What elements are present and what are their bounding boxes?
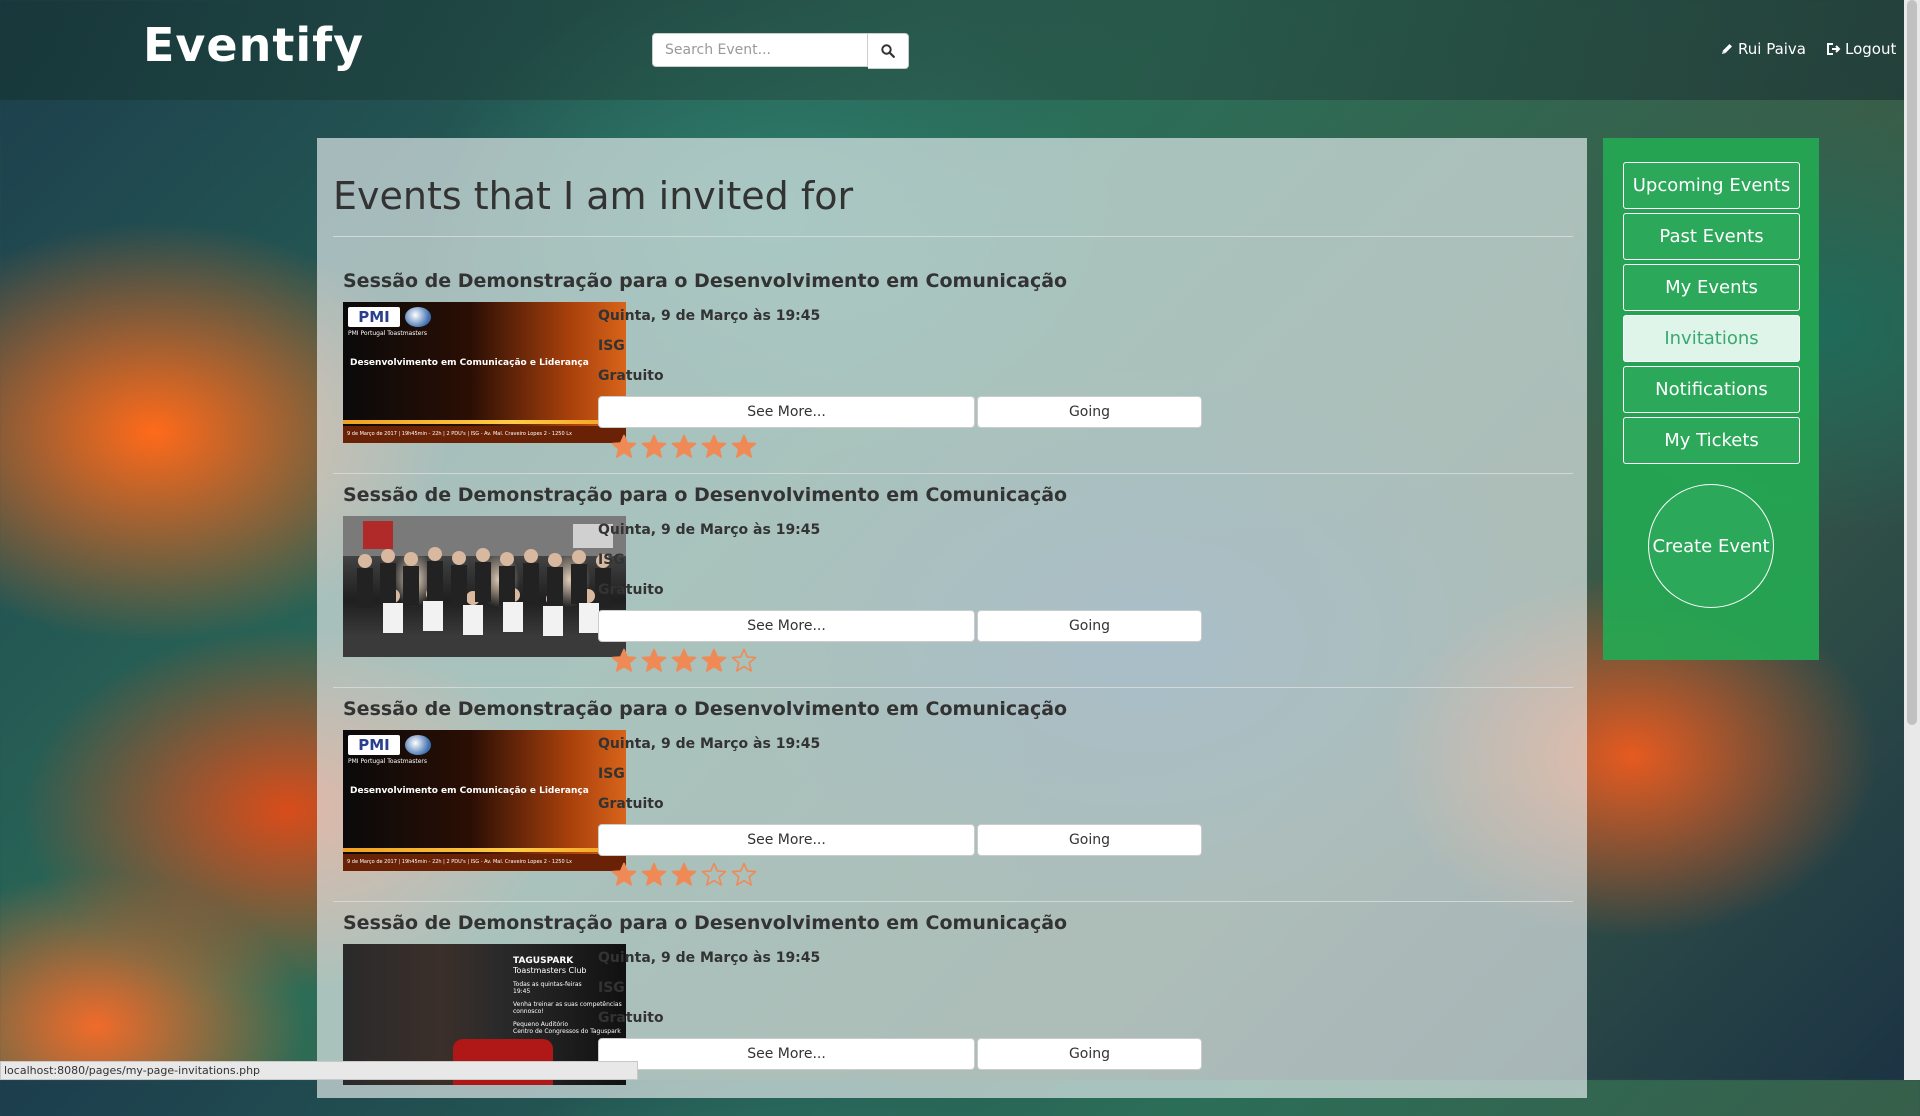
scrollbar-thumb[interactable] xyxy=(1907,0,1917,725)
user-profile-link[interactable]: Rui Paiva xyxy=(1720,40,1806,58)
event-title[interactable]: Sessão de Demonstração para o Desenvolvi… xyxy=(343,270,1067,292)
star-filled-icon[interactable] xyxy=(611,434,637,460)
star-filled-icon[interactable] xyxy=(701,648,727,674)
image-footer: 9 de Março de 2017 | 19h45min - 22h | 2 … xyxy=(343,426,626,443)
event-card: Sessão de Demonstração para o Desenvolvi… xyxy=(333,260,1573,474)
image-stripe xyxy=(343,848,626,852)
star-filled-icon[interactable] xyxy=(671,434,697,460)
image-club: Toastmasters Club xyxy=(513,966,587,975)
event-card: Sessão de Demonstração para o Desenvolvi… xyxy=(333,902,1573,1116)
pencil-icon xyxy=(1722,44,1732,54)
star-filled-icon[interactable] xyxy=(611,862,637,888)
star-filled-icon[interactable] xyxy=(611,648,637,674)
event-location: ISG xyxy=(598,552,625,568)
search-input[interactable] xyxy=(652,33,868,67)
image-line: Centro de Congressos do Taguspark xyxy=(513,1028,621,1035)
image-subtitle: PMI Portugal Toastmasters xyxy=(348,758,427,765)
event-price: Gratuito xyxy=(598,1010,664,1026)
search-bar xyxy=(652,33,909,69)
star-filled-icon[interactable] xyxy=(671,648,697,674)
event-date: Quinta, 9 de Março às 19:45 xyxy=(598,308,821,324)
group-photo xyxy=(343,516,626,657)
image-headline: Desenvolvimento em Comunicação e Lideran… xyxy=(350,358,589,368)
rating-stars[interactable] xyxy=(611,862,757,888)
see-more-button[interactable]: See More... xyxy=(598,1038,975,1070)
going-button[interactable]: Going xyxy=(977,1038,1202,1070)
star-empty-icon[interactable] xyxy=(731,648,757,674)
star-filled-icon[interactable] xyxy=(731,434,757,460)
main-panel: Events that I am invited for Sessão de D… xyxy=(317,138,1587,1098)
sidebar-item-upcoming-events[interactable]: Upcoming Events xyxy=(1623,162,1800,209)
create-event-button[interactable]: Create Event xyxy=(1648,484,1774,608)
sidebar-item-my-events[interactable]: My Events xyxy=(1623,264,1800,311)
going-button[interactable]: Going xyxy=(977,610,1202,642)
image-subtitle: PMI Portugal Toastmasters xyxy=(348,330,427,337)
image-headline: Desenvolvimento em Comunicação e Lideran… xyxy=(350,786,589,796)
page-title: Events that I am invited for xyxy=(333,174,854,218)
event-image[interactable]: PMI PMI Portugal Toastmasters Desenvolvi… xyxy=(343,302,626,443)
event-title[interactable]: Sessão de Demonstração para o Desenvolvi… xyxy=(343,912,1067,934)
star-filled-icon[interactable] xyxy=(701,434,727,460)
sidebar-item-invitations[interactable]: Invitations xyxy=(1623,315,1800,362)
star-empty-icon[interactable] xyxy=(701,862,727,888)
see-more-button[interactable]: See More... xyxy=(598,610,975,642)
event-card: Sessão de Demonstração para o Desenvolvi… xyxy=(333,474,1573,688)
event-date: Quinta, 9 de Março às 19:45 xyxy=(598,736,821,752)
star-filled-icon[interactable] xyxy=(641,862,667,888)
event-price: Gratuito xyxy=(598,582,664,598)
event-date: Quinta, 9 de Março às 19:45 xyxy=(598,950,821,966)
star-filled-icon[interactable] xyxy=(641,648,667,674)
title-divider xyxy=(333,236,1573,237)
going-button[interactable]: Going xyxy=(977,824,1202,856)
navbar: Eventify Rui Paiva Logout xyxy=(0,0,1904,100)
sidebar: Upcoming Events Past Events My Events In… xyxy=(1603,138,1819,660)
event-date: Quinta, 9 de Março às 19:45 xyxy=(598,522,821,538)
sidebar-item-my-tickets[interactable]: My Tickets xyxy=(1623,417,1800,464)
pmi-logo: PMI xyxy=(348,307,400,327)
logout-label: Logout xyxy=(1845,40,1897,58)
search-icon xyxy=(881,44,895,58)
status-url: localhost:8080/pages/my-page-invitations… xyxy=(0,1061,638,1080)
toastmasters-globe-icon xyxy=(405,307,431,327)
brand-logo[interactable]: Eventify xyxy=(143,18,364,72)
toastmasters-globe-icon xyxy=(405,735,431,755)
star-filled-icon[interactable] xyxy=(641,434,667,460)
event-price: Gratuito xyxy=(598,368,664,384)
user-name: Rui Paiva xyxy=(1738,40,1806,58)
image-footer: 9 de Março de 2017 | 19h45min - 22h | 2 … xyxy=(343,854,626,871)
star-filled-icon[interactable] xyxy=(671,862,697,888)
event-location: ISG xyxy=(598,338,625,354)
pmi-logo: PMI xyxy=(348,735,400,755)
event-title[interactable]: Sessão de Demonstração para o Desenvolvi… xyxy=(343,484,1067,506)
going-button[interactable]: Going xyxy=(977,396,1202,428)
event-title[interactable]: Sessão de Demonstração para o Desenvolvi… xyxy=(343,698,1067,720)
search-button[interactable] xyxy=(868,33,909,69)
see-more-button[interactable]: See More... xyxy=(598,824,975,856)
event-card: Sessão de Demonstração para o Desenvolvi… xyxy=(333,688,1573,902)
sidebar-item-past-events[interactable]: Past Events xyxy=(1623,213,1800,260)
image-stripe xyxy=(343,420,626,424)
sidebar-item-notifications[interactable]: Notifications xyxy=(1623,366,1800,413)
event-image[interactable] xyxy=(343,516,626,657)
see-more-button[interactable]: See More... xyxy=(598,396,975,428)
star-empty-icon[interactable] xyxy=(731,862,757,888)
logout-icon xyxy=(1827,43,1841,55)
rating-stars[interactable] xyxy=(611,648,757,674)
event-location: ISG xyxy=(598,980,625,996)
event-price: Gratuito xyxy=(598,796,664,812)
event-image[interactable]: PMI PMI Portugal Toastmasters Desenvolvi… xyxy=(343,730,626,871)
event-location: ISG xyxy=(598,766,625,782)
rating-stars[interactable] xyxy=(611,434,757,460)
logout-link[interactable]: Logout xyxy=(1826,40,1896,58)
